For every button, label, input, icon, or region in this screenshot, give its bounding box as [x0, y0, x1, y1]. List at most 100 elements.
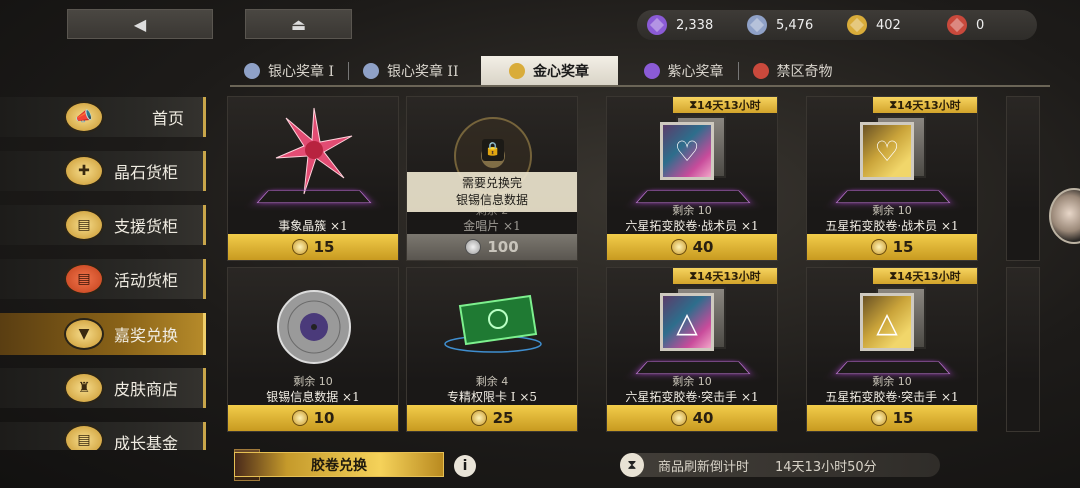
medal-icon: ▼ — [64, 318, 104, 350]
mastery-card-icon — [407, 268, 577, 376]
shop-item-card[interactable]: ♡ ⧗ 14天13小时 剩余 10 五星拓变胶卷·战术员 ×1 15 — [806, 96, 978, 261]
shop-item-card-partial[interactable] — [1006, 96, 1040, 261]
currency-silver: 5,476 — [737, 15, 837, 35]
item-name: 六星拓变胶卷·战术员 ×1 — [625, 219, 759, 233]
display-platform — [256, 190, 372, 204]
lock-text-line1: 需要兑换完 — [461, 176, 522, 190]
price-value: 100 — [487, 238, 519, 256]
home-icon: ⏏ — [290, 14, 307, 34]
crystal-cluster-icon — [228, 97, 398, 205]
price-button[interactable]: 15 — [807, 234, 977, 260]
shop-item-card[interactable]: 剩余 4 专精权限卡 I ×5 25 — [406, 267, 578, 432]
film-ticket-icon: ♡ — [607, 97, 777, 205]
gold-coin-icon — [291, 410, 308, 426]
currency-bar: 2,338 5,476 402 0 — [637, 10, 1037, 40]
price-button[interactable]: 10 — [228, 405, 398, 431]
timer-text: 14天13小时 — [897, 99, 961, 112]
heart-ticket-image: ♡ — [856, 116, 930, 186]
item-name: 专精权限卡 I ×5 — [446, 390, 538, 404]
silver-record-image — [277, 290, 351, 364]
sidebar-item-event-cabinet[interactable]: ▤ 活动货柜 — [0, 259, 206, 299]
item-name: 金唱片 ×1 — [463, 219, 521, 233]
film-ticket-icon: △ — [607, 268, 777, 376]
gold-coin-icon — [870, 410, 887, 426]
sidebar-item-home[interactable]: 📣 首页 — [0, 97, 206, 137]
spike-ticket-image: △ — [656, 287, 730, 357]
back-button[interactable]: ◀ — [67, 9, 213, 39]
sidebar-item-label: 首页 — [152, 109, 185, 128]
remaining-count: 剩余 10 — [672, 204, 712, 217]
tab-restricted-relics[interactable]: 禁区奇物 — [739, 56, 847, 86]
limited-time-badge: ⧗ 14天13小时 — [873, 268, 977, 284]
tab-silver-heart-2[interactable]: 银心奖章 II — [349, 56, 473, 86]
shop-item-card[interactable]: △ ⧗ 14天13小时 剩余 10 五星拓变胶卷·突击手 ×1 15 — [806, 267, 978, 432]
green-card-image — [444, 294, 542, 353]
item-name: 六星拓变胶卷·突击手 ×1 — [625, 390, 759, 404]
info-button[interactable]: i — [454, 455, 476, 477]
shop-item-card[interactable]: ♡ ⧗ 14天13小时 剩余 10 六星拓变胶卷·战术员 ×1 40 — [606, 96, 778, 261]
price-value: 15 — [313, 238, 335, 256]
film-ticket-icon: ♡ — [807, 97, 977, 205]
shop-item-card-locked[interactable]: 🔒 剩余 2 金唱片 ×1 需要兑换完 银锡信息数据 100 — [406, 96, 578, 261]
tab-purple-heart[interactable]: 紫心奖章 — [630, 56, 738, 86]
gold-coin-icon — [870, 239, 887, 255]
sidebar-item-label: 活动货柜 — [114, 271, 179, 290]
limited-time-badge: ⧗ 14天13小时 — [673, 97, 777, 113]
silver-record-icon — [228, 268, 398, 376]
red-gem-icon — [947, 15, 967, 35]
price-button[interactable]: 15 — [807, 405, 977, 431]
gold-coin-icon — [291, 239, 308, 255]
timer-text: 14天13小时 — [897, 270, 961, 283]
sidebar-item-growth-fund[interactable]: ▤ 成长基金 — [0, 422, 206, 450]
shop-item-card[interactable]: 剩余 10 银锡信息数据 ×1 10 — [227, 267, 399, 432]
price-value: 15 — [892, 238, 914, 256]
hourglass-icon: ⧗ — [689, 269, 698, 282]
sidebar-item-reward-exchange[interactable]: ▼ 嘉奖兑换 — [0, 313, 206, 355]
info-icon: i — [462, 458, 468, 474]
tab-gold-heart[interactable]: 金心奖章 — [480, 56, 618, 86]
remaining-count: 剩余 10 — [872, 375, 912, 388]
silver-gem-icon — [747, 15, 767, 35]
price-button[interactable]: 40 — [607, 234, 777, 260]
gold-gem-icon — [509, 63, 525, 79]
sidebar-item-crystal-cabinet[interactable]: ✚ 晶石货柜 — [0, 151, 206, 191]
lock-icon: 🔒 — [482, 139, 504, 161]
currency-gold: 402 — [837, 15, 937, 35]
tab-label: 银心奖章 I — [268, 64, 334, 80]
tab-label: 银心奖章 II — [386, 64, 459, 80]
limited-time-badge: ⧗ 14天13小时 — [673, 268, 777, 284]
price-value: 15 — [892, 409, 914, 427]
back-arrow-icon: ◀ — [133, 14, 147, 34]
shop-item-card[interactable]: 事象晶簇 ×1 15 — [227, 96, 399, 261]
medal-tabs: 银心奖章 I 银心奖章 II 金心奖章 紫心奖章 禁区奇物 — [230, 56, 847, 86]
currency-value: 2,338 — [676, 17, 714, 33]
tab-label: 禁区奇物 — [776, 64, 833, 80]
price-button[interactable]: 15 — [228, 234, 398, 260]
remaining-count: 剩余 10 — [872, 204, 912, 217]
purple-gem-icon — [643, 63, 660, 79]
home-button[interactable]: ⏏ — [245, 9, 352, 39]
sidebar-item-skin-shop[interactable]: ♜ 皮肤商店 — [0, 368, 206, 408]
outfit-icon: ♜ — [64, 372, 104, 404]
item-name: 五星拓变胶卷·战术员 ×1 — [825, 219, 959, 233]
avatar[interactable] — [1049, 188, 1080, 244]
refresh-label: 商品刷新倒计时 — [658, 459, 750, 475]
shop-item-card-partial[interactable] — [1006, 267, 1040, 432]
tab-label: 金心奖章 — [533, 64, 589, 80]
remaining-count: 剩余 4 — [475, 375, 509, 388]
shop-item-card[interactable]: △ ⧗ 14天13小时 剩余 10 六星拓变胶卷·突击手 ×1 40 — [606, 267, 778, 432]
sidebar-item-label: 成长基金 — [114, 434, 179, 450]
price-button[interactable]: 100 — [407, 234, 577, 260]
price-button[interactable]: 25 — [407, 405, 577, 431]
lock-text-line2: 银锡信息数据 — [455, 193, 528, 207]
sidebar-item-support-cabinet[interactable]: ▤ 支援货柜 — [0, 205, 206, 245]
tab-silver-heart-1[interactable]: 银心奖章 I — [230, 56, 348, 86]
film-exchange-button[interactable]: 胶卷兑换 — [234, 452, 444, 477]
currency-value: 0 — [976, 17, 985, 33]
spike-ticket-image: △ — [856, 287, 930, 357]
price-value: 10 — [313, 409, 335, 427]
film-ticket-icon: △ — [807, 268, 977, 376]
event-crate-icon: ▤ — [64, 263, 104, 295]
sidebar-item-label: 晶石货柜 — [114, 163, 179, 182]
price-button[interactable]: 40 — [607, 405, 777, 431]
